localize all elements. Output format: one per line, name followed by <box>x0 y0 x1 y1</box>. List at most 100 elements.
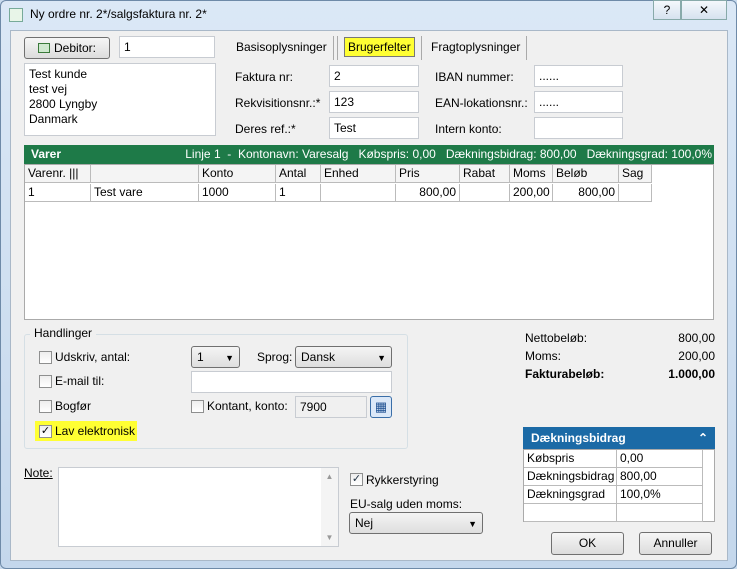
konto-input[interactable]: 7900 <box>295 396 367 418</box>
eu-value: Nej <box>355 516 374 530</box>
col-header[interactable]: Beløb <box>553 165 619 183</box>
table-cell[interactable]: 1 <box>276 184 321 202</box>
udskriv-checkbox[interactable] <box>39 351 52 364</box>
lav-elektronisk-label: Lav elektronisk <box>55 424 136 438</box>
db-value: 0,00 <box>617 450 703 468</box>
col-header[interactable]: Enhed <box>321 165 396 183</box>
col-header[interactable]: Sag <box>619 165 652 183</box>
varer-grid[interactable]: Varenr. ||| Konto Antal Enhed Pris Rabat… <box>24 164 714 320</box>
col-header[interactable]: Antal <box>276 165 321 183</box>
tab-brugerfelter[interactable]: Brugerfelter <box>337 36 422 60</box>
debitor-input[interactable]: 1 <box>119 36 215 58</box>
app-icon <box>9 8 23 22</box>
rekvisition-label: Rekvisitionsnr.:* <box>235 96 321 110</box>
db-label: Dækningsgrad <box>524 486 617 504</box>
debitor-button[interactable]: Debitor: <box>24 37 110 59</box>
moms-label: Moms: <box>525 349 561 363</box>
address-line: 2800 Lyngby <box>29 97 98 111</box>
fakturabelob-value: 1.000,00 <box>668 367 715 381</box>
bogfor-label: Bogfør <box>55 399 92 413</box>
handlinger-title: Handlinger <box>30 326 97 340</box>
iban-label: IBAN nummer: <box>435 70 514 84</box>
moms-value: 200,00 <box>678 349 715 363</box>
intern-label: Intern konto: <box>435 122 502 136</box>
db-label: Dækningsbidrag <box>524 468 617 486</box>
col-header[interactable]: Rabat <box>460 165 510 183</box>
table-cell[interactable]: Test vare <box>91 184 199 202</box>
sprog-label: Sprog: <box>257 350 293 364</box>
chevron-down-icon: ▼ <box>225 353 234 363</box>
varer-title: Varer <box>31 147 62 161</box>
fakturabelob-label: Fakturabeløb: <box>525 367 605 381</box>
help-button[interactable]: ? <box>653 0 681 20</box>
chevron-down-icon: ▼ <box>377 353 386 363</box>
address-line: Test kunde <box>29 67 88 81</box>
antal-value: 1 <box>197 350 204 364</box>
varer-header: Varer Linje 1 - Kontonavn: Varesalg Købs… <box>24 145 714 164</box>
note-textarea[interactable]: ▲ ▼ <box>58 467 339 547</box>
tab-basisoplysninger[interactable]: Basisoplysninger <box>230 36 334 60</box>
iban-input[interactable]: ...... <box>534 65 623 87</box>
rykker-label: Rykkerstyring <box>366 473 439 487</box>
netto-value: 800,00 <box>678 331 715 345</box>
col-header[interactable]: Varenr. ||| <box>25 165 91 183</box>
db-table: Købspris 0,00 Dækningsbidrag 800,00 Dækn… <box>523 449 715 522</box>
table-cell[interactable] <box>460 184 510 202</box>
table-cell[interactable]: 800,00 <box>396 184 460 202</box>
note-label: Note: <box>24 466 53 480</box>
ok-button[interactable]: OK <box>551 532 624 555</box>
sprog-select[interactable]: Dansk ▼ <box>295 346 392 368</box>
address-box[interactable]: Test kunde test vej 2800 Lyngby Danmark <box>24 63 216 136</box>
intern-input[interactable] <box>534 117 623 139</box>
col-header[interactable] <box>91 165 199 183</box>
address-line: Danmark <box>29 112 78 126</box>
ref-input[interactable]: Test <box>329 117 419 139</box>
bogfor-checkbox[interactable] <box>39 400 52 413</box>
lav-elektronisk-checkbox[interactable]: ✓ <box>39 425 52 438</box>
table-cell[interactable]: 200,00 <box>510 184 553 202</box>
tab-fragtoplysninger[interactable]: Fragtoplysninger <box>425 36 528 60</box>
email-label: E-mail til: <box>55 374 105 388</box>
col-header[interactable]: Konto <box>199 165 276 183</box>
faktura-label: Faktura nr: <box>235 70 294 84</box>
ean-input[interactable]: ...... <box>534 91 623 113</box>
rekvisition-input[interactable]: 123 <box>329 91 419 113</box>
email-input[interactable] <box>191 371 392 393</box>
table-cell[interactable] <box>619 184 652 202</box>
scrollbar[interactable]: ▲ ▼ <box>321 468 338 546</box>
db-value <box>617 504 703 522</box>
eu-label: EU-salg uden moms: <box>350 497 463 511</box>
antal-select[interactable]: 1 ▼ <box>191 346 240 368</box>
table-cell[interactable]: 1 <box>25 184 91 202</box>
col-header[interactable]: Moms <box>510 165 553 183</box>
ref-label: Deres ref.:* <box>235 122 296 136</box>
email-checkbox[interactable] <box>39 375 52 388</box>
db-header[interactable]: Dækningsbidrag ⌃ <box>523 427 715 449</box>
db-label <box>524 504 617 522</box>
col-header[interactable]: Pris <box>396 165 460 183</box>
window-title: Ny ordre nr. 2*/salgsfaktura nr. 2* <box>30 7 207 21</box>
table-icon <box>37 43 50 53</box>
table-cell[interactable]: 800,00 <box>553 184 619 202</box>
db-label: Købspris <box>524 450 617 468</box>
close-button[interactable]: ✕ <box>681 0 727 20</box>
lookup-list-icon[interactable]: ▦ <box>370 396 392 418</box>
kontant-checkbox[interactable] <box>191 400 204 413</box>
varer-info: Linje 1 - Kontonavn: Varesalg Købspris: … <box>185 147 712 161</box>
collapse-icon[interactable]: ⌃ <box>698 427 708 449</box>
cancel-button[interactable]: Annuller <box>639 532 712 555</box>
sprog-value: Dansk <box>301 350 336 364</box>
db-title: Dækningsbidrag <box>531 431 626 445</box>
ean-label: EAN-lokationsnr.: <box>435 96 528 110</box>
kontant-label: Kontant, konto: <box>207 399 288 413</box>
udskriv-label: Udskriv, antal: <box>55 350 131 364</box>
table-cell[interactable] <box>321 184 396 202</box>
db-value: 100,0% <box>617 486 703 504</box>
db-value: 800,00 <box>617 468 703 486</box>
netto-label: Nettobeløb: <box>525 331 588 345</box>
faktura-input[interactable]: 2 <box>329 65 419 87</box>
address-line: test vej <box>29 82 68 96</box>
rykker-checkbox[interactable]: ✓ <box>350 473 363 486</box>
eu-select[interactable]: Nej ▼ <box>349 512 483 534</box>
table-cell[interactable]: 1000 <box>199 184 276 202</box>
